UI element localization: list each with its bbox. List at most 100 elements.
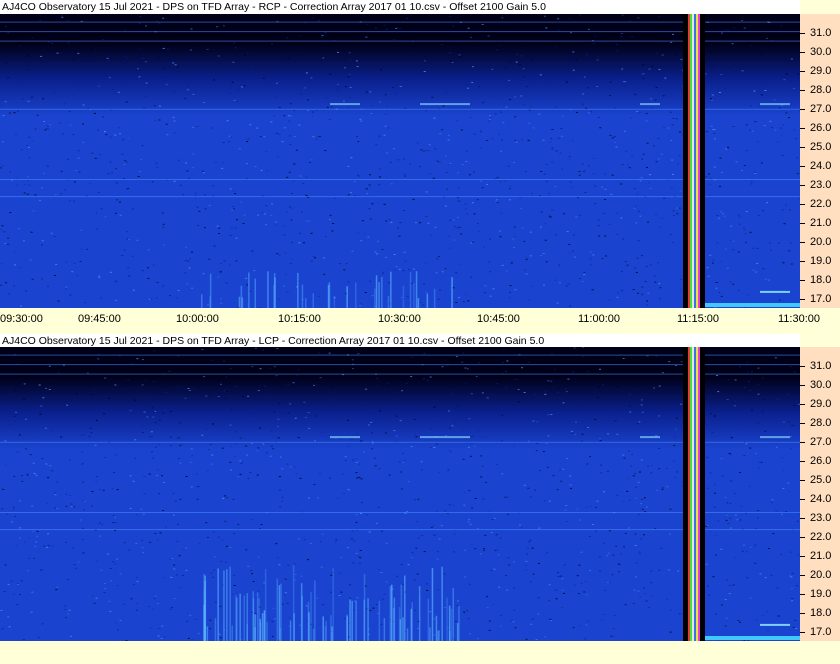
noise-speck bbox=[510, 262, 513, 264]
noise-speck bbox=[370, 105, 373, 106]
noise-speck bbox=[300, 211, 303, 213]
noise-speck bbox=[119, 573, 122, 575]
signal-segment bbox=[760, 103, 790, 106]
noise-speck bbox=[232, 498, 235, 500]
noise-speck bbox=[128, 275, 131, 277]
frequency-tick bbox=[800, 260, 805, 262]
noise-speck bbox=[414, 499, 417, 501]
noise-speck bbox=[242, 223, 245, 225]
noise-speck bbox=[386, 152, 389, 154]
noise-speck bbox=[370, 421, 373, 423]
noise-speck bbox=[158, 493, 161, 495]
noise-speck bbox=[54, 72, 57, 74]
noise-speck bbox=[619, 553, 622, 555]
noise-speck bbox=[67, 20, 70, 21]
noise-speck bbox=[217, 396, 220, 398]
noise-speck bbox=[470, 393, 473, 395]
noise-speck bbox=[711, 262, 714, 264]
noise-speck bbox=[628, 394, 631, 395]
noise-speck bbox=[194, 32, 197, 34]
noise-speck bbox=[26, 473, 29, 475]
noise-speck bbox=[468, 490, 471, 492]
noise-speck bbox=[572, 371, 575, 373]
noise-speck bbox=[174, 64, 177, 66]
noise-speck bbox=[167, 63, 170, 64]
noise-speck bbox=[784, 204, 787, 206]
noise-speck bbox=[527, 361, 530, 363]
noise-speck bbox=[217, 406, 220, 408]
noise-speck bbox=[315, 109, 318, 111]
noise-speck bbox=[525, 569, 528, 571]
noise-speck bbox=[386, 106, 388, 107]
noise-speck bbox=[717, 69, 720, 71]
noise-speck bbox=[547, 86, 549, 88]
noise-speck bbox=[385, 220, 388, 222]
noise-speck bbox=[147, 249, 150, 251]
noise-speck bbox=[747, 371, 749, 373]
noise-speck bbox=[384, 125, 387, 127]
noise-speck bbox=[428, 150, 431, 152]
noise-speck bbox=[273, 366, 276, 368]
noise-speck bbox=[95, 597, 98, 599]
noise-speck bbox=[74, 181, 76, 183]
noise-speck bbox=[416, 521, 419, 523]
noise-speck bbox=[153, 350, 156, 352]
noise-speck bbox=[331, 370, 334, 372]
noise-speck bbox=[202, 170, 205, 172]
noise-speck bbox=[91, 595, 94, 597]
noise-speck bbox=[620, 270, 623, 272]
noise-speck bbox=[173, 132, 176, 134]
noise-speck bbox=[290, 219, 293, 221]
noise-speck bbox=[791, 573, 794, 574]
noise-speck bbox=[515, 61, 518, 63]
noise-speck bbox=[560, 575, 562, 577]
burst-streak bbox=[310, 592, 312, 641]
noise-speck bbox=[252, 581, 255, 582]
noise-speck bbox=[427, 222, 430, 224]
noise-speck bbox=[208, 393, 211, 395]
noise-speck bbox=[788, 117, 790, 119]
noise-speck bbox=[19, 267, 22, 268]
noise-speck bbox=[585, 54, 588, 56]
noise-speck bbox=[368, 184, 371, 186]
frequency-tick bbox=[800, 33, 805, 34]
noise-speck bbox=[657, 138, 660, 139]
noise-speck bbox=[229, 461, 232, 463]
noise-speck bbox=[380, 623, 383, 625]
noise-speck bbox=[635, 486, 638, 488]
noise-speck bbox=[460, 37, 463, 39]
noise-speck bbox=[311, 116, 314, 118]
noise-speck bbox=[789, 551, 792, 553]
noise-speck bbox=[395, 415, 398, 417]
noise-speck bbox=[282, 420, 285, 422]
noise-speck bbox=[283, 234, 286, 236]
noise-speck bbox=[21, 475, 24, 477]
signal-segment bbox=[640, 436, 660, 439]
spectrogram-background-right bbox=[705, 347, 800, 641]
noise-speck bbox=[584, 191, 587, 193]
noise-speck bbox=[719, 185, 722, 187]
noise-speck bbox=[508, 79, 511, 81]
noise-speck bbox=[293, 466, 296, 468]
noise-speck bbox=[41, 240, 44, 242]
noise-speck bbox=[132, 289, 135, 291]
noise-speck bbox=[575, 421, 577, 423]
noise-speck bbox=[364, 233, 366, 235]
noise-speck bbox=[396, 29, 399, 31]
noise-speck bbox=[335, 88, 338, 90]
noise-speck bbox=[19, 594, 21, 595]
noise-speck bbox=[241, 460, 244, 462]
noise-speck bbox=[158, 419, 161, 421]
noise-speck bbox=[548, 584, 551, 586]
noise-speck bbox=[90, 393, 93, 395]
noise-speck bbox=[464, 208, 467, 210]
noise-speck bbox=[675, 118, 678, 120]
noise-speck bbox=[177, 355, 180, 357]
noise-speck bbox=[40, 55, 43, 57]
noise-speck bbox=[468, 583, 471, 585]
noise-speck bbox=[547, 380, 550, 382]
noise-speck bbox=[566, 231, 569, 232]
noise-speck bbox=[20, 580, 23, 582]
noise-speck bbox=[56, 508, 59, 510]
noise-speck bbox=[732, 126, 735, 127]
